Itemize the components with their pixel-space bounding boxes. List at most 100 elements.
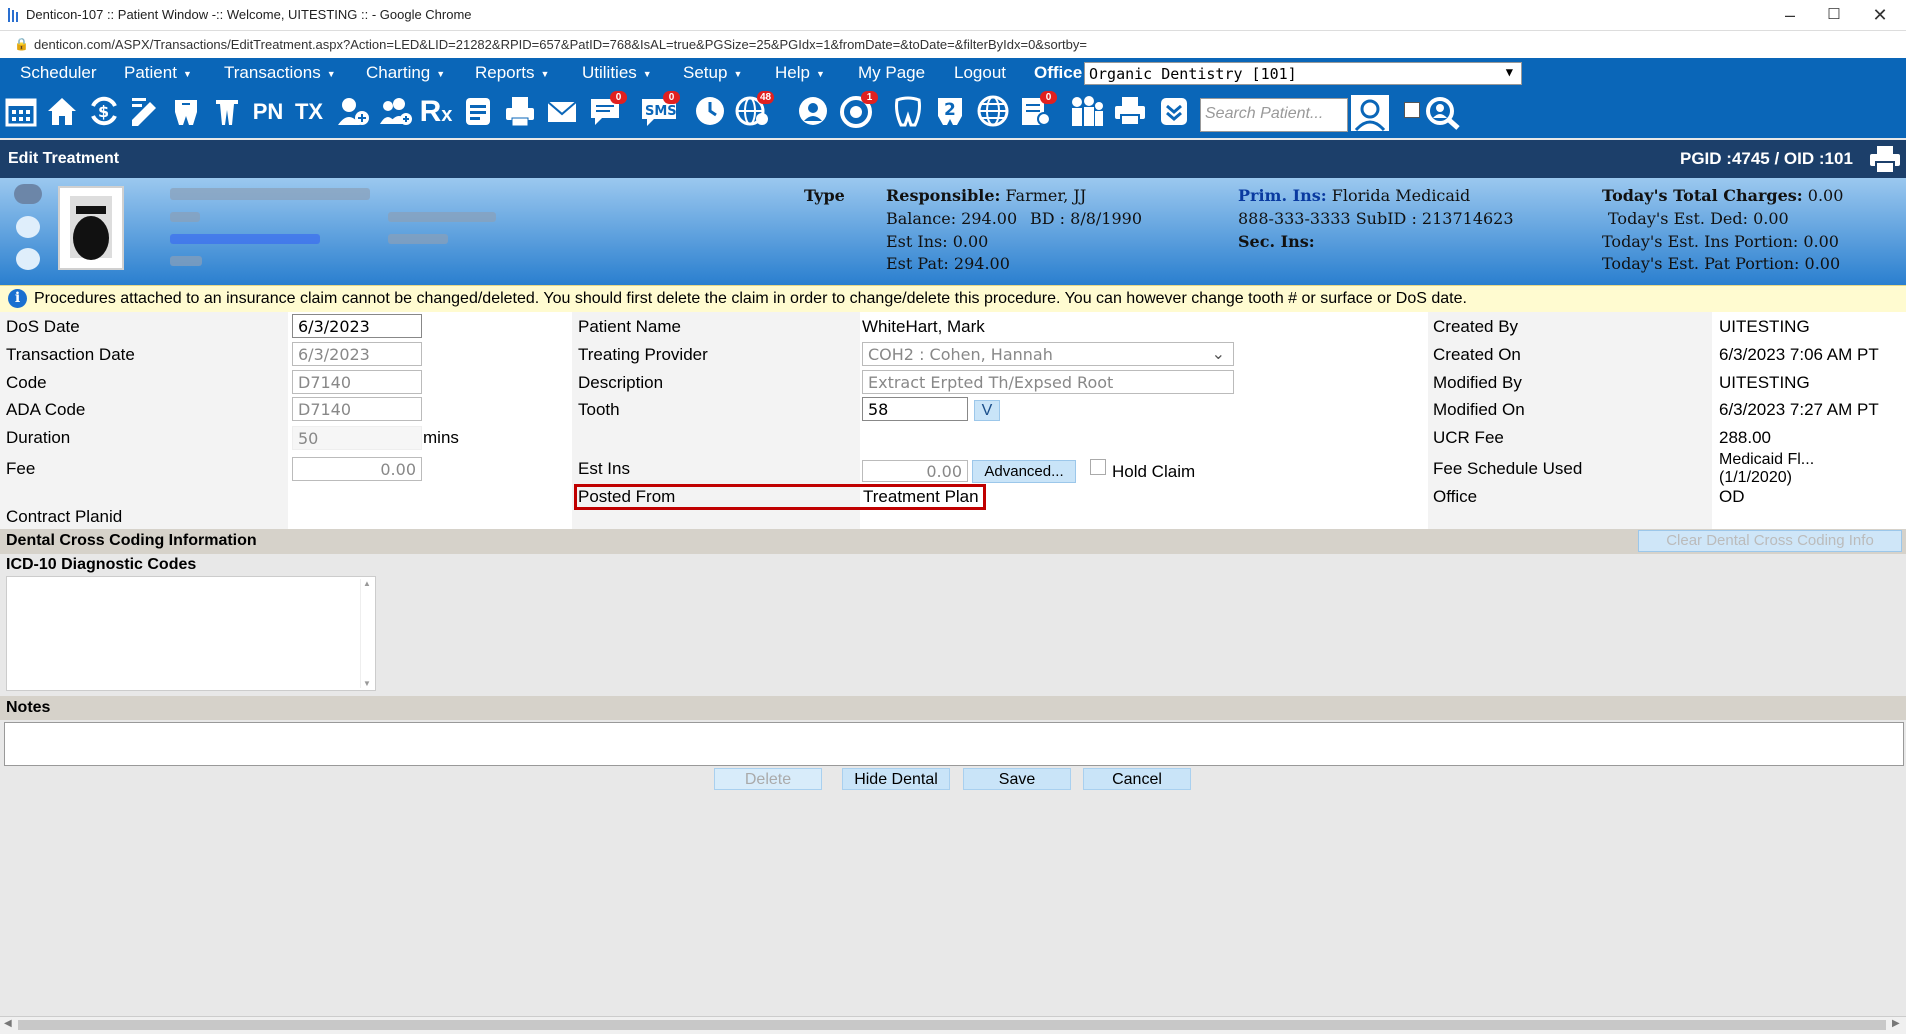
search-checkbox[interactable] [1404,102,1420,118]
menu-label: Logout [954,63,1006,82]
tooth-input[interactable]: 58 [862,397,968,421]
scroll-down-icon[interactable]: ▼ [363,679,371,688]
today-total-value: 0.00 [1807,186,1844,205]
web-icon[interactable]: 48 [734,91,774,130]
money-flow-icon[interactable]: $ [86,94,122,130]
close-icon[interactable]: ✕ [1862,4,1898,26]
edit-icon[interactable] [127,94,163,130]
add-family-icon[interactable] [378,94,414,130]
rx-icon[interactable]: Rx [418,94,454,130]
document-icon[interactable] [460,94,496,130]
dos-date-input[interactable]: 6/3/2023 [292,314,422,338]
today-est-ins: Today's Est. Ins Portion: 0.00 [1602,232,1839,251]
mail-icon[interactable] [544,94,580,130]
cross-coding-header [0,529,1906,554]
clear-cross-coding-button[interactable]: Clear Dental Cross Coding Info [1638,530,1902,552]
add-patient-icon[interactable] [335,94,371,130]
advanced-search-icon[interactable] [1424,94,1460,130]
save-button[interactable]: Save [963,768,1071,790]
modified-by-value: UITESTING [1719,373,1810,392]
tooth-icon[interactable] [209,94,245,130]
chat-icon[interactable]: 0 [587,91,627,130]
today-est-ded: Today's Est. Ded: 0.00 [1608,209,1789,228]
printer-icon[interactable] [1112,94,1148,130]
pn-icon[interactable]: PN [250,94,286,130]
patient-search-input[interactable]: Search Patient... [1200,98,1348,132]
scroll-right-icon[interactable]: ▶ [1892,1018,1900,1029]
pgid-oid: PGID :4745 / OID :101 [1680,149,1853,168]
home-icon[interactable] [44,94,80,130]
print-doc-icon[interactable] [502,94,538,130]
menu-scheduler[interactable]: Scheduler [20,63,97,83]
menu-setup[interactable]: Setup ▼ [683,63,742,83]
forms-icon[interactable]: 0 [1017,91,1057,130]
url-text[interactable]: denticon.com/ASPX/Transactions/EditTreat… [34,37,1087,52]
menu-charting[interactable]: Charting ▼ [366,63,445,83]
tooth-v-button[interactable]: V [974,400,1000,421]
print-icon[interactable] [1868,144,1902,176]
responsible-label: Responsible: [886,186,1001,205]
globe-icon[interactable] [975,94,1011,130]
svg-text:$: $ [98,102,109,121]
description-value: Extract Erpted Th/Expsed Root [868,373,1114,392]
advanced-button[interactable]: Advanced... [972,460,1076,483]
menu-transactions[interactable]: Transactions ▼ [224,63,336,83]
redacted-link[interactable] [170,234,320,244]
alerts-icon[interactable]: 1 [838,91,878,130]
info-icon[interactable] [16,216,40,238]
horizontal-scrollbar[interactable]: ◀ ▶ [0,1016,1906,1034]
menu-label: My Page [858,63,926,82]
menu-my-page[interactable]: My Page [858,63,925,83]
avatar[interactable] [58,186,124,270]
phone-subid: 888-333-3333 SubID : 213714623 [1238,209,1514,228]
minimize-icon[interactable]: – [1772,4,1808,26]
menu-logout[interactable]: Logout [954,63,1006,83]
code-value: D7140 [298,373,352,392]
support-icon[interactable] [795,94,831,130]
scroll-up-icon[interactable]: ▲ [363,579,371,588]
treating-provider-label: Treating Provider [578,345,708,364]
tooth-label: Tooth [578,400,620,419]
scroll-left-icon[interactable]: ◀ [4,1018,12,1029]
tx-icon[interactable]: TX [291,94,327,130]
menu-patient[interactable]: Patient ▼ [124,63,192,83]
icd-scrollbar[interactable]: ▲ ▼ [360,579,373,688]
notes-textarea[interactable] [4,722,1904,766]
tooth-outline-icon[interactable] [890,94,926,130]
sec-ins-label: Sec. Ins: [1238,232,1315,251]
delete-button[interactable]: Delete [714,768,822,790]
transaction-date-input: 6/3/2023 [292,342,422,366]
office-select[interactable]: Organic Dentistry [101] ▼ [1084,62,1522,85]
patient-search-icon[interactable] [1350,94,1389,132]
est-ins-value: 0.00 [926,462,962,481]
hold-claim-checkbox[interactable] [1090,459,1106,475]
hide-dental-button[interactable]: Hide Dental [842,768,950,790]
menu-label: Charting [366,63,431,82]
code-input: D7140 [292,370,422,394]
sms-icon[interactable]: SMS 0 [640,91,680,130]
patient-name-redacted [170,188,370,200]
modified-by-label: Modified By [1433,373,1522,392]
icd-codes-box[interactable]: ▲ ▼ [6,576,376,691]
checklist-icon[interactable] [1156,94,1192,130]
menu-label: Patient [124,63,177,82]
scrollbar-thumb[interactable] [18,1020,1886,1030]
window-title: Denticon-107 :: Patient Window -:: Welco… [26,7,472,22]
svg-text:2: 2 [944,100,956,120]
clock-icon[interactable] [692,94,728,130]
camera-icon[interactable] [14,184,42,204]
calendar-icon[interactable] [3,94,39,130]
menu-reports[interactable]: Reports ▼ [475,63,549,83]
address-bar[interactable]: 🔒 denticon.com/ASPX/Transactions/EditTre… [0,31,1906,59]
menu-utilities[interactable]: Utilities ▼ [582,63,652,83]
cancel-button[interactable]: Cancel [1083,768,1191,790]
search-placeholder: Search Patient... [1205,105,1324,122]
maximize-icon[interactable]: ☐ [1816,4,1852,26]
patient-photo-icon [70,196,112,260]
created-by-value: UITESTING [1719,317,1810,336]
link-icon[interactable] [16,248,40,270]
tooth-chart-icon[interactable] [168,94,204,130]
tooth-help-icon[interactable]: 2 [932,94,968,130]
menu-help[interactable]: Help ▼ [775,63,825,83]
family-icon[interactable] [1068,94,1104,130]
